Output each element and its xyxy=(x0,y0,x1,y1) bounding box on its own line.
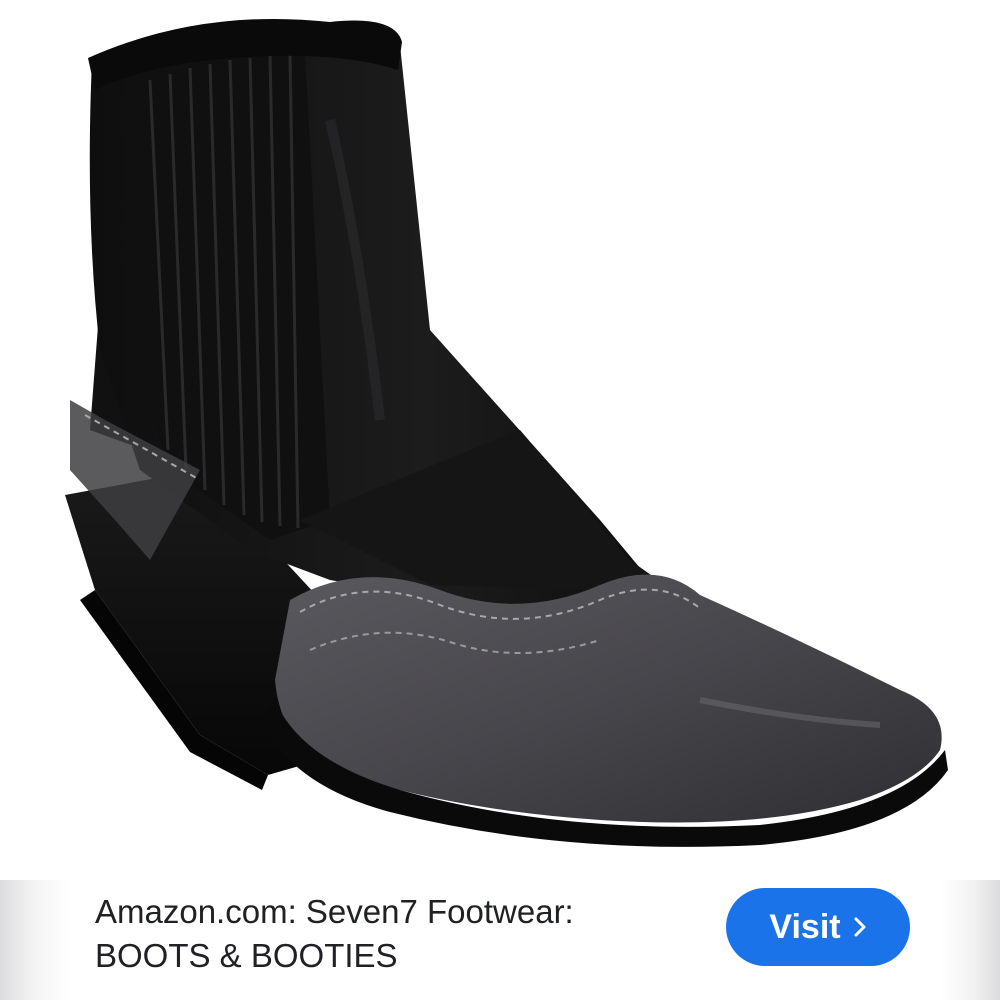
boot-illustration xyxy=(65,18,948,847)
chevron-right-icon xyxy=(854,917,866,937)
result-title-line-2: BOOTS & BOOTIES xyxy=(95,937,398,974)
result-caption[interactable]: Amazon.com: Seven7 Footwear: BOOTS & BOO… xyxy=(95,890,695,978)
visit-button[interactable]: Visit xyxy=(726,888,910,966)
product-image[interactable] xyxy=(0,0,1000,880)
result-title-line-1: Amazon.com: Seven7 Footwear: xyxy=(95,893,574,930)
visit-button-label: Visit xyxy=(769,907,841,946)
